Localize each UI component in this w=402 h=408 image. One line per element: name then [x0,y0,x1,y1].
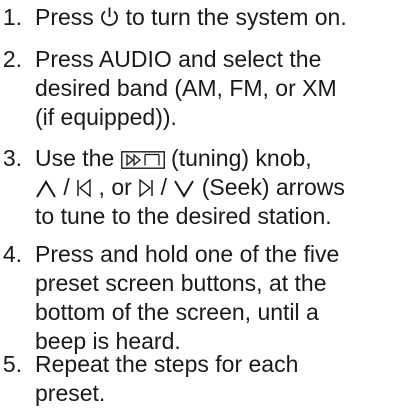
step-line: preset. [35,380,106,406]
step-text-segment: , or [92,174,139,200]
step-number: 3. [2,145,22,171]
caret-down-icon [173,180,195,198]
step-line: / , or / (Seek) arrows [35,173,390,202]
step-line: Press AUDIO and select the [35,46,322,72]
step-number: 1. [2,4,22,30]
step-line: desired band (AM, FM, or XM [35,75,337,101]
step-text: Repeat the steps for each preset. [35,350,390,408]
step-line: to tune to the desired station. [35,203,332,229]
step-line: Press and hold one of the five [35,241,340,267]
step-line: Repeat the steps for each [35,351,299,377]
step-text-segment: Press [35,4,101,30]
step-number: 4. [2,241,22,267]
step-number: 5. [2,351,22,377]
step-line: (if equipped)). [35,104,177,130]
step-line: bottom of the screen, until a [35,299,319,325]
step-text-segment: / [154,174,174,200]
power-icon [100,6,119,28]
step-text: Press and hold one of the five preset sc… [35,240,390,356]
caret-up-icon [35,180,57,198]
step-text: Press AUDIO and select the desired band … [35,45,390,132]
step-line: preset screen buttons, at the [35,270,327,296]
step-text-segment: Use the [35,145,121,171]
step-line: Use the (tuning) knob, [35,144,390,173]
step-text-segment: to turn the system on. [119,4,347,30]
step-text: Use the (tuning) knob, / , or / (Seek) a… [35,144,390,231]
step-number: 2. [2,46,22,72]
step-text: Press to turn the system on. [35,3,390,32]
step-text-segment: (Seek) arrows [195,174,345,200]
seek-back-icon [76,178,92,198]
step-line: Press to turn the system on. [35,3,390,32]
step-text-segment: / [57,174,77,200]
step-text-segment: (tuning) knob, [164,145,312,171]
seek-forward-icon [138,178,154,198]
tuning-knob-icon [120,151,165,169]
